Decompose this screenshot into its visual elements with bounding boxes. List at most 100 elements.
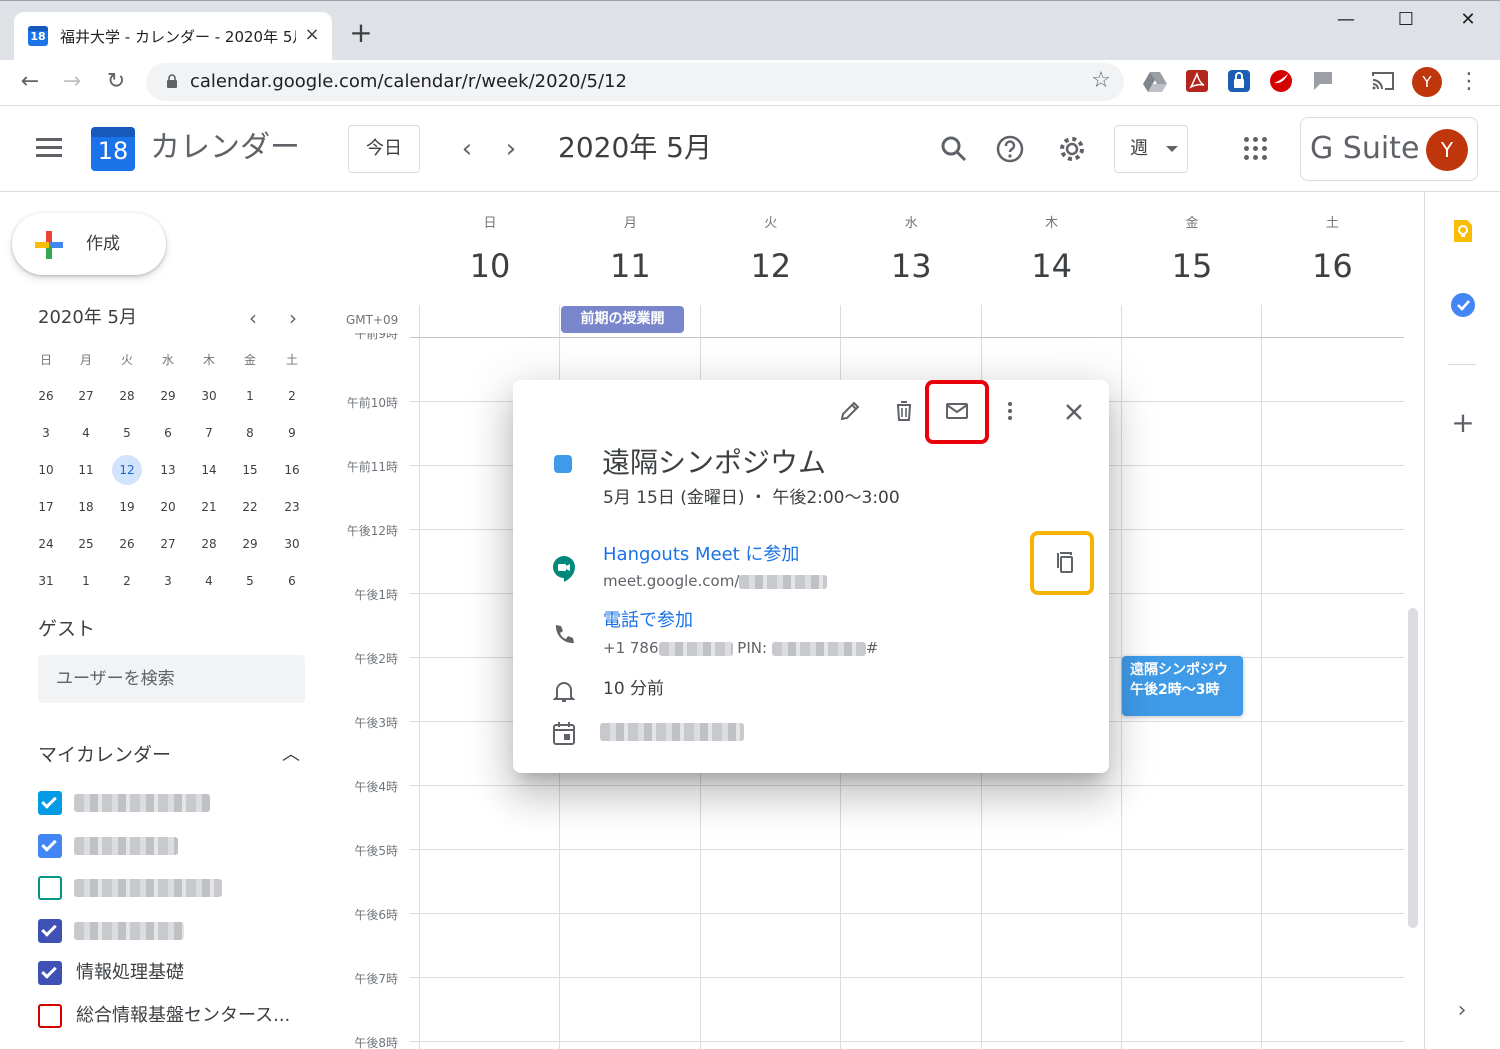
mini-calendar-day[interactable]: 1 — [235, 381, 265, 411]
pdf-extension-icon[interactable] — [1184, 68, 1210, 94]
all-day-event[interactable]: 前期の授業開 — [561, 306, 684, 333]
maximize-button[interactable]: ☐ — [1386, 4, 1426, 36]
mini-calendar-day[interactable]: 19 — [112, 492, 142, 522]
mini-calendar-day[interactable]: 2 — [277, 381, 307, 411]
week-event-block[interactable]: 遠隔シンポジウ 午後2時〜3時 — [1122, 656, 1243, 716]
mini-calendar-day[interactable]: 21 — [194, 492, 224, 522]
day-header-number[interactable]: 13 — [871, 244, 951, 288]
mini-calendar-day[interactable]: 6 — [153, 418, 183, 448]
tasks-icon[interactable] — [1450, 292, 1476, 318]
mini-calendar-day[interactable]: 31 — [31, 566, 61, 596]
mini-calendar-day[interactable]: 9 — [277, 418, 307, 448]
mini-calendar-day[interactable]: 28 — [112, 381, 142, 411]
calendar-checkbox[interactable] — [38, 791, 62, 815]
chat-extension-icon[interactable] — [1310, 68, 1336, 94]
mini-calendar-day[interactable]: 8 — [235, 418, 265, 448]
bookmark-star-icon[interactable]: ☆ — [1088, 68, 1114, 94]
window-close-button[interactable]: ✕ — [1448, 4, 1488, 36]
mini-calendar-day[interactable]: 30 — [194, 381, 224, 411]
today-button[interactable]: 今日 — [348, 125, 420, 173]
browser-menu-icon[interactable]: ⋮ — [1456, 66, 1482, 98]
mini-calendar-day[interactable]: 26 — [112, 529, 142, 559]
calendar-label[interactable]: 情報処理基礎 — [76, 960, 184, 986]
mini-calendar-day[interactable]: 1 — [71, 566, 101, 596]
mini-calendar-day[interactable]: 27 — [153, 529, 183, 559]
mini-next-month-chevron-icon[interactable]: › — [281, 306, 305, 330]
mini-calendar-day[interactable]: 17 — [31, 492, 61, 522]
more-vert-icon[interactable] — [996, 397, 1024, 425]
cast-icon[interactable] — [1370, 68, 1396, 94]
mini-calendar-day[interactable]: 27 — [71, 381, 101, 411]
mini-calendar-day[interactable]: 4 — [71, 418, 101, 448]
mini-calendar-day[interactable]: 22 — [235, 492, 265, 522]
mini-calendar-day[interactable]: 13 — [153, 455, 183, 485]
day-header-number[interactable]: 11 — [590, 244, 670, 288]
browser-profile-avatar[interactable]: Y — [1412, 67, 1442, 97]
mini-calendar-day[interactable]: 20 — [153, 492, 183, 522]
join-by-phone-link[interactable]: 電話で参加 — [603, 609, 693, 633]
calendar-checkbox[interactable] — [38, 918, 62, 943]
mini-calendar-day[interactable]: 14 — [194, 455, 224, 485]
trash-icon[interactable] — [890, 397, 918, 425]
forward-arrow-icon[interactable]: → — [56, 66, 88, 98]
mini-calendar-day[interactable]: 5 — [112, 418, 142, 448]
mini-calendar-day[interactable]: 6 — [277, 566, 307, 596]
chevron-up-icon[interactable]: ︿ — [280, 744, 302, 766]
mini-calendar-day[interactable]: 25 — [71, 529, 101, 559]
guest-search-input[interactable] — [38, 655, 305, 703]
reload-icon[interactable]: ↻ — [100, 66, 132, 98]
day-header-number[interactable]: 16 — [1292, 244, 1372, 288]
calendar-checkbox[interactable] — [38, 1003, 62, 1028]
mini-calendar-day[interactable]: 7 — [194, 418, 224, 448]
mini-calendar-day[interactable]: 29 — [235, 529, 265, 559]
mini-calendar-day[interactable]: 15 — [235, 455, 265, 485]
calendar-logo-icon[interactable]: 18 — [91, 127, 135, 171]
mini-calendar-day[interactable]: 26 — [31, 381, 61, 411]
mini-calendar-day[interactable]: 16 — [277, 455, 307, 485]
main-menu-icon[interactable] — [36, 138, 62, 158]
minimize-button[interactable]: — — [1326, 4, 1366, 36]
mini-calendar-day[interactable]: 3 — [153, 566, 183, 596]
security-extension-icon[interactable] — [1268, 68, 1294, 94]
mini-calendar-day[interactable]: 23 — [277, 492, 307, 522]
new-tab-button[interactable]: + — [346, 18, 376, 48]
account-avatar[interactable]: Y — [1426, 129, 1468, 171]
mini-calendar-day[interactable]: 18 — [71, 492, 101, 522]
day-header-number[interactable]: 15 — [1152, 244, 1232, 288]
calendar-checkbox[interactable] — [38, 961, 62, 985]
expand-panel-chevron-icon[interactable]: › — [1450, 998, 1474, 1024]
next-week-chevron-icon[interactable]: › — [496, 134, 526, 164]
mini-calendar-day[interactable]: 3 — [31, 418, 61, 448]
grid-scrollbar[interactable] — [1408, 608, 1418, 928]
mini-calendar-day[interactable]: 12 — [112, 455, 142, 485]
mini-calendar-day[interactable]: 4 — [194, 566, 224, 596]
pencil-icon[interactable] — [836, 397, 864, 425]
mini-calendar-day[interactable]: 30 — [277, 529, 307, 559]
mini-calendar-day[interactable]: 28 — [194, 529, 224, 559]
mini-calendar-day[interactable]: 29 — [153, 381, 183, 411]
join-meet-link[interactable]: Hangouts Meet に参加 — [603, 543, 799, 567]
day-header-number[interactable]: 12 — [731, 244, 811, 288]
google-apps-icon[interactable] — [1244, 137, 1268, 161]
keep-icon[interactable] — [1450, 218, 1476, 244]
mini-calendar-day[interactable]: 24 — [31, 529, 61, 559]
password-extension-icon[interactable] — [1226, 68, 1252, 94]
search-icon[interactable] — [936, 131, 972, 167]
settings-gear-icon[interactable] — [1054, 131, 1090, 167]
browser-tab[interactable]: 18 福井大学 - カレンダー - 2020年 5月 × — [14, 12, 332, 60]
calendar-checkbox[interactable] — [38, 833, 62, 858]
calendar-checkbox[interactable] — [38, 876, 62, 900]
mini-calendar-day[interactable]: 11 — [71, 455, 101, 485]
help-icon[interactable] — [992, 131, 1028, 167]
back-arrow-icon[interactable]: ← — [14, 66, 46, 98]
mini-prev-month-chevron-icon[interactable]: ‹ — [241, 306, 265, 330]
mini-calendar-day[interactable]: 5 — [235, 566, 265, 596]
add-addon-plus-icon[interactable]: + — [1448, 408, 1478, 438]
tab-close-icon[interactable]: × — [300, 22, 324, 48]
drive-extension-icon[interactable] — [1142, 68, 1168, 94]
close-icon[interactable] — [1060, 398, 1088, 426]
day-header-number[interactable]: 10 — [450, 244, 530, 288]
mini-calendar-day[interactable]: 2 — [112, 566, 142, 596]
day-header-number[interactable]: 14 — [1012, 244, 1092, 288]
prev-week-chevron-icon[interactable]: ‹ — [452, 134, 482, 164]
